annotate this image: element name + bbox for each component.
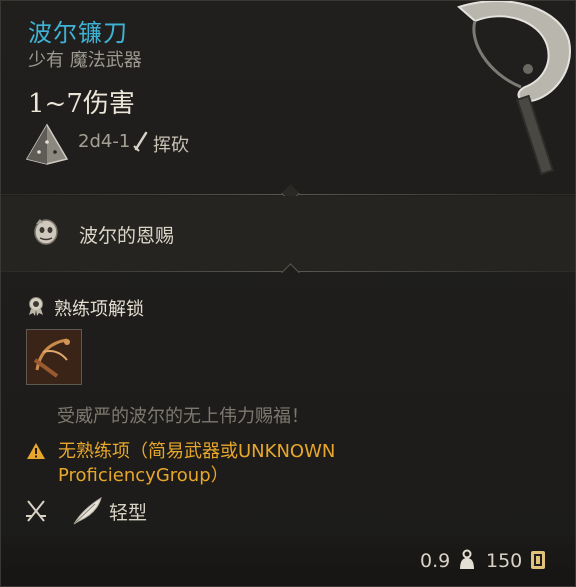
boon-mask-icon xyxy=(34,219,58,245)
crossed-swords-icon xyxy=(26,500,46,522)
proficiency-unlock-tile[interactable] xyxy=(26,329,82,385)
weight-icon xyxy=(460,549,474,569)
d4-dice-icon xyxy=(25,123,69,165)
proficiency-warning-line2: ProficiencyGroup） xyxy=(58,465,229,486)
damage-range: 1~7伤害 xyxy=(28,89,135,119)
sickle-icon xyxy=(457,1,571,176)
proficiency-header: 熟练项解锁 xyxy=(54,299,144,320)
item-rarity-type: 少有 魔法武器 xyxy=(28,50,142,71)
boon-label: 波尔的恩赐 xyxy=(79,225,175,247)
item-name: 波尔镰刀 xyxy=(28,19,128,47)
feather-icon xyxy=(73,496,102,525)
flavor-text: 受威严的波尔的无上伟力赐福！ xyxy=(57,406,309,427)
light-property-label: 轻型 xyxy=(109,502,148,524)
item-tooltip: 波尔镰刀 少有 魔法武器 1~7伤害 2d4-1 挥砍 波尔的恩赐 熟练项解锁 xyxy=(0,0,576,587)
gold-coin-icon xyxy=(531,551,545,569)
warning-triangle-icon xyxy=(27,443,45,459)
slash-damage-icon xyxy=(133,131,148,152)
proficiency-warning-line1: 无熟练项（简易武器或UNKNOWN xyxy=(58,441,336,462)
damage-dice: 2d4-1 xyxy=(78,131,131,152)
proficiency-badge-icon xyxy=(29,297,43,316)
item-weight: 0.9 xyxy=(420,550,451,572)
damage-type: 挥砍 xyxy=(153,135,189,156)
sickle-slash-icon xyxy=(27,330,81,384)
item-price: 150 xyxy=(486,550,523,572)
